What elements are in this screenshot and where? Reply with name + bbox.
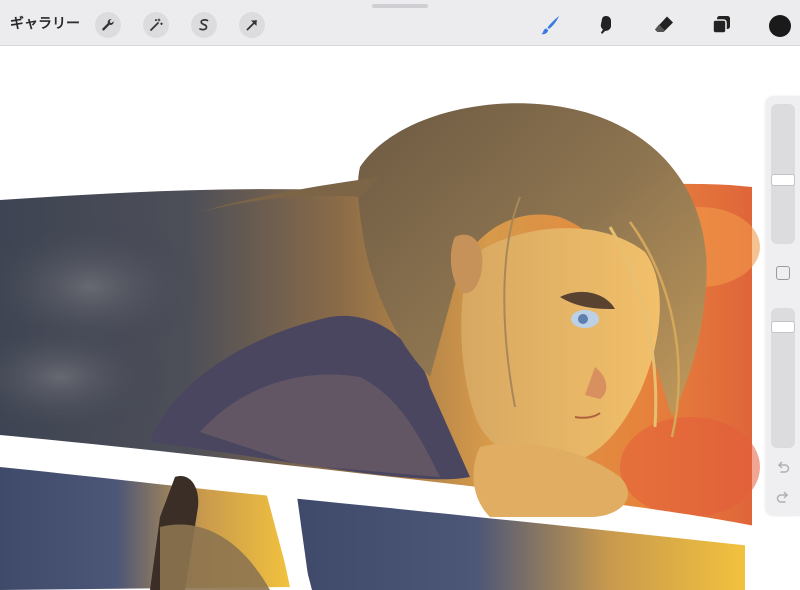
brush-size-thumb[interactable] <box>771 174 795 187</box>
eraser-icon <box>655 16 673 32</box>
undo-button[interactable] <box>774 458 792 476</box>
top-grabber[interactable] <box>372 4 428 8</box>
color-picker-button[interactable] <box>769 15 791 37</box>
layers-icon <box>712 16 730 34</box>
transform-button[interactable] <box>239 12 265 38</box>
transform-arrow-icon <box>246 20 257 31</box>
selection-button[interactable] <box>191 12 217 38</box>
actions-button[interactable] <box>95 12 121 38</box>
wrench-icon <box>102 19 114 31</box>
brush-sidebar <box>766 96 800 516</box>
layers-button[interactable] <box>708 12 734 38</box>
brush-icon <box>541 16 559 35</box>
selection-icon <box>199 19 209 31</box>
top-toolbar: ギャラリー <box>0 0 800 46</box>
drawing-canvas[interactable] <box>0 47 800 590</box>
adjustments-button[interactable] <box>143 12 169 38</box>
opacity-thumb[interactable] <box>771 320 795 333</box>
redo-icon <box>776 491 788 503</box>
opacity-slider[interactable] <box>771 308 795 448</box>
brush-tool-button[interactable] <box>537 12 563 38</box>
artwork-illustration <box>0 103 760 590</box>
brush-size-slider[interactable] <box>771 104 795 244</box>
undo-icon <box>778 461 790 473</box>
smudge-icon <box>600 16 611 34</box>
magic-wand-icon <box>150 18 163 31</box>
smudge-tool-button[interactable] <box>593 12 619 38</box>
modifier-square-icon[interactable] <box>776 266 790 280</box>
gallery-button[interactable]: ギャラリー <box>10 13 80 33</box>
eraser-tool-button[interactable] <box>651 12 677 38</box>
redo-button[interactable] <box>774 488 792 506</box>
